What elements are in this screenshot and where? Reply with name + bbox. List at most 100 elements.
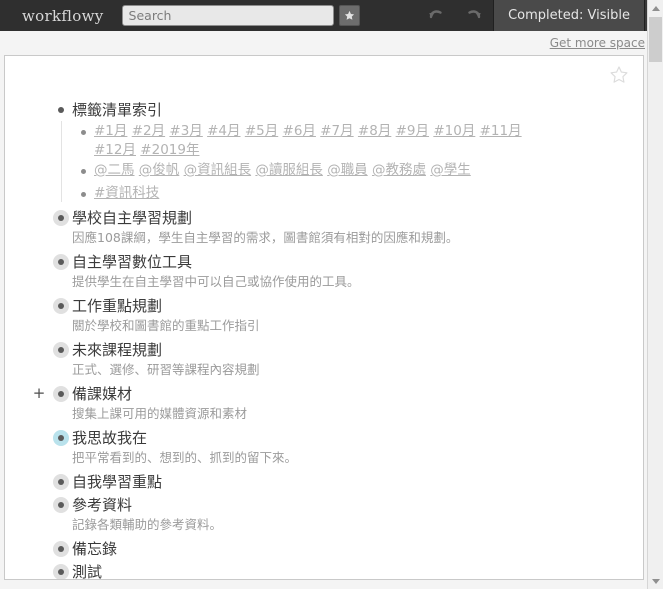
outline-tag[interactable]: @二馬 [94, 162, 135, 178]
outline-tag[interactable]: #2月 [132, 123, 165, 139]
completed-visibility-button[interactable]: Completed: Visible [493, 0, 645, 31]
scrollbar-thumb[interactable] [649, 17, 662, 62]
bullet-toggle[interactable] [53, 297, 69, 314]
outline-tag[interactable]: #4月 [207, 123, 240, 139]
outline-tag[interactable]: #9月 [396, 123, 429, 139]
bullet-toggle[interactable] [53, 209, 69, 226]
outline-item-name[interactable]: 自主學習數位工具 [72, 251, 360, 273]
outline-item-note[interactable]: 正式、選修、研習等課程內容規劃 [72, 361, 260, 382]
scroll-down-button[interactable] [648, 573, 663, 589]
outline-item-content: 自主學習數位工具 提供學生在自主學習中可以自己或協作使用的工具。 [72, 250, 360, 294]
outline-item-name[interactable]: @二馬 @俊帆 @資訊組長 @讀服組長 @職員 @教務處 @學生 [94, 161, 471, 180]
outline-item-content: @二馬 @俊帆 @資訊組長 @讀服組長 @職員 @教務處 @學生 [94, 160, 471, 180]
bullet-toggle[interactable] [53, 385, 69, 402]
outline-item-row: 參考資料 記錄各類輔助的參考資料。 [50, 493, 643, 537]
outline-item-name[interactable]: 未來課程規劃 [72, 339, 260, 361]
outline-item-note[interactable]: 記錄各類輔助的參考資料。 [72, 516, 222, 537]
outline-tag[interactable]: #5月 [245, 123, 278, 139]
outline-tag[interactable]: #10月 [433, 123, 475, 139]
outline-tag[interactable]: @學生 [430, 162, 471, 178]
outline-tag[interactable]: @俊帆 [139, 162, 180, 178]
bullet-column [50, 98, 72, 121]
outline-item-row: 自主學習數位工具 提供學生在自主學習中可以自己或協作使用的工具。 [50, 250, 643, 294]
bullet-column [50, 338, 72, 361]
outline-item-name[interactable]: 標籤清單索引 [72, 99, 162, 121]
outline-tag[interactable]: #資訊科技 [94, 185, 159, 201]
search-input[interactable] [121, 5, 334, 26]
outline-tag[interactable]: #1月 [94, 123, 127, 139]
outline-tag[interactable]: #7月 [320, 123, 353, 139]
outline-item-name[interactable]: 參考資料 [72, 494, 222, 516]
bullet-toggle[interactable] [53, 473, 69, 490]
outline-tag[interactable]: #11月 [480, 123, 522, 139]
outline-tag[interactable]: #2019年 [140, 142, 199, 158]
bullet-column [50, 294, 72, 317]
app-logo[interactable]: workflowy [22, 7, 104, 25]
outline-item-name[interactable]: 自我學習重點 [72, 471, 162, 493]
outline-tag[interactable]: #6月 [283, 123, 316, 139]
outline-item-name[interactable]: 學校自主學習規劃 [72, 207, 458, 229]
outline-tag[interactable]: @教務處 [372, 162, 426, 178]
workflowy-app: workflowy Search Completed: Visible Get … [0, 0, 663, 589]
outline-card: 標籤清單索引 #1月 #2月 #3月 #4月 #5月 #6月 #7月 #8月 #… [4, 55, 644, 580]
outline-item-note[interactable]: 提供學生在自主學習中可以自己或協作使用的工具。 [72, 273, 360, 294]
outline-tag[interactable]: #8月 [358, 123, 391, 139]
scroll-up-button[interactable] [648, 0, 663, 16]
add-child-button[interactable]: + [32, 384, 46, 402]
star-outline-icon[interactable] [609, 65, 629, 85]
bullet-column [50, 470, 72, 493]
saved-searches-button[interactable] [338, 5, 360, 26]
outline-tag[interactable]: #12月 [94, 142, 136, 158]
bullet-toggle[interactable] [53, 102, 69, 118]
bullet-toggle[interactable] [53, 540, 69, 557]
redo-arrow-icon[interactable] [463, 6, 483, 25]
outline-item-name[interactable]: 我思故我在 [72, 427, 297, 449]
outline-item-name[interactable]: #資訊科技 [94, 184, 159, 203]
outline-item-row: #1月 #2月 #3月 #4月 #5月 #6月 #7月 #8月 #9月 #10月… [72, 121, 643, 160]
bullet-column [50, 560, 72, 579]
outline-item: 自主學習數位工具 提供學生在自主學習中可以自己或協作使用的工具。 [50, 250, 643, 294]
outline-item: 標籤清單索引 #1月 #2月 #3月 #4月 #5月 #6月 #7月 #8月 #… [50, 98, 643, 206]
bullet-toggle[interactable] [53, 341, 69, 358]
outline-item-row: @二馬 @俊帆 @資訊組長 @讀服組長 @職員 @教務處 @學生 [72, 160, 643, 183]
bullet-toggle[interactable] [76, 126, 90, 140]
outline-item-note[interactable]: 搜集上課可用的媒體資源和素材 [72, 405, 247, 426]
sub-header-bar: Get more space [0, 31, 663, 54]
outline-item-content: 自我學習重點 [72, 470, 162, 493]
outline-item-name[interactable]: 備忘錄 [72, 538, 117, 560]
outline-item-note[interactable]: 把平常看到的、想到的、抓到的留下來。 [72, 449, 297, 470]
triangle-up-icon [651, 5, 660, 11]
bullet-column [50, 206, 72, 229]
outline-item-row: 學校自主學習規劃 因應108課綱，學生自主學習的需求，圖書館須有相對的因應和規劃… [50, 206, 643, 250]
undo-arrow-icon[interactable] [427, 6, 447, 25]
bullet-toggle[interactable] [53, 253, 69, 270]
outline-tag[interactable]: @職員 [327, 162, 368, 178]
outline-item-row: 我思故我在 把平常看到的、想到的、抓到的留下來。 [50, 426, 643, 470]
outline-tag[interactable]: #3月 [169, 123, 202, 139]
bullet-toggle[interactable] [76, 188, 90, 202]
outline-item-name[interactable]: 工作重點規劃 [72, 295, 260, 317]
outline-item-content: 我思故我在 把平常看到的、想到的、抓到的留下來。 [72, 426, 297, 470]
outline-item-content: 測試 [72, 560, 102, 579]
outline-item-row: 測試 [50, 560, 643, 579]
outline-item: 我思故我在 把平常看到的、想到的、抓到的留下來。 [50, 426, 643, 470]
outline-item-name[interactable]: 備課媒材 [72, 383, 247, 405]
outline-item-note[interactable]: 關於學校和圖書館的重點工作指引 [72, 317, 260, 338]
get-more-space-link[interactable]: Get more space [550, 36, 645, 50]
bullet-toggle[interactable] [53, 563, 69, 579]
outline-item: 未來課程規劃 正式、選修、研習等課程內容規劃 [50, 338, 643, 382]
bullet-toggle[interactable] [53, 429, 69, 446]
outline-item-name[interactable]: 測試 [72, 561, 102, 579]
star-filled-icon [344, 6, 355, 25]
outline-item-content: 學校自主學習規劃 因應108課綱，學生自主學習的需求，圖書館須有相對的因應和規劃… [72, 206, 458, 250]
bullet-toggle[interactable] [76, 165, 90, 179]
bullet-toggle[interactable] [53, 496, 69, 513]
outline-item-note[interactable]: 因應108課綱，學生自主學習的需求，圖書館須有相對的因應和規劃。 [72, 229, 458, 250]
outline-item-content: 參考資料 記錄各類輔助的參考資料。 [72, 493, 222, 537]
page-scrollbar[interactable] [647, 0, 663, 589]
outline-tag[interactable]: @讀服組長 [255, 162, 323, 178]
outline-item: 工作重點規劃 關於學校和圖書館的重點工作指引 [50, 294, 643, 338]
outline-item-name[interactable]: #1月 #2月 #3月 #4月 #5月 #6月 #7月 #8月 #9月 #10月… [94, 122, 549, 160]
outline-tag[interactable]: @資訊組長 [184, 162, 252, 178]
outline-item-content: 標籤清單索引 [72, 98, 162, 121]
